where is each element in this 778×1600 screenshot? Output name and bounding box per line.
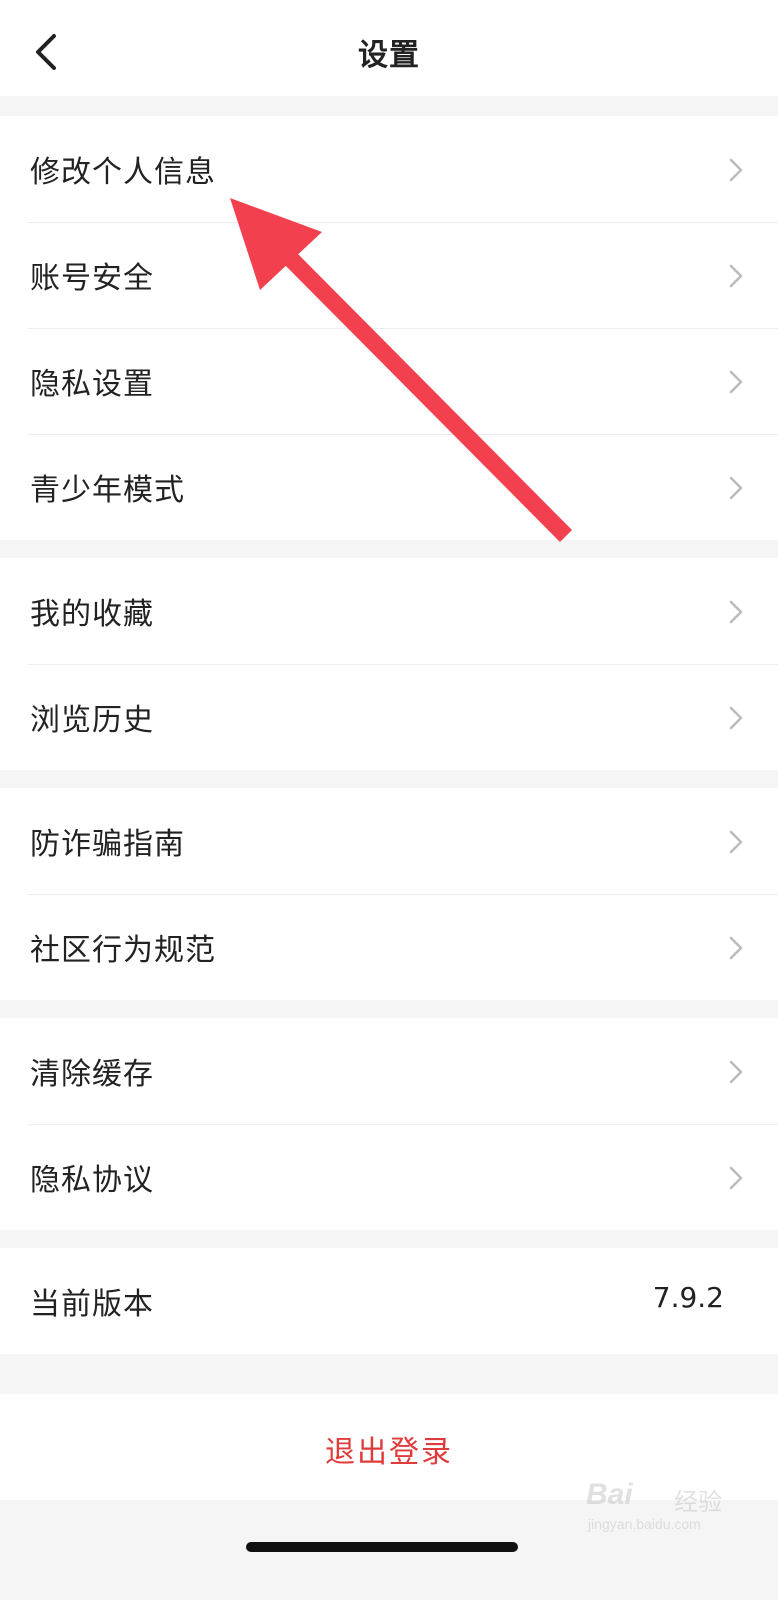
row-label: 防诈骗指南	[30, 827, 185, 862]
settings-group-version: 当前版本 7.9.2	[0, 1248, 778, 1354]
row-privacy-settings[interactable]: 隐私设置	[0, 328, 778, 434]
page-title: 设置	[358, 38, 420, 73]
row-label: 隐私协议	[30, 1163, 154, 1198]
row-label: 当前版本	[30, 1287, 154, 1322]
logout-label: 退出登录	[325, 1435, 453, 1470]
watermark-text: 经验	[674, 1488, 722, 1516]
watermark-logo: Bai	[586, 1478, 633, 1511]
chevron-right-icon	[729, 830, 743, 854]
row-clear-cache[interactable]: 清除缓存	[0, 1018, 778, 1124]
settings-group-guides: 防诈骗指南 社区行为规范	[0, 788, 778, 1000]
row-label: 账号安全	[30, 261, 154, 296]
chevron-right-icon	[729, 158, 743, 182]
chevron-right-icon	[729, 936, 743, 960]
row-account-security[interactable]: 账号安全	[0, 222, 778, 328]
chevron-right-icon	[729, 476, 743, 500]
settings-group-history: 我的收藏 浏览历史	[0, 558, 778, 770]
chevron-right-icon	[729, 370, 743, 394]
row-label: 修改个人信息	[30, 155, 216, 190]
chevron-right-icon	[729, 1166, 743, 1190]
row-label: 青少年模式	[30, 473, 185, 508]
home-indicator[interactable]	[246, 1542, 518, 1552]
row-label: 隐私设置	[30, 367, 154, 402]
row-community-rules[interactable]: 社区行为规范	[0, 894, 778, 1000]
nav-bar: 设置	[0, 0, 778, 96]
row-label: 清除缓存	[30, 1057, 154, 1092]
settings-group-account: 修改个人信息 账号安全 隐私设置 青少年模式	[0, 116, 778, 540]
row-privacy-agreement[interactable]: 隐私协议	[0, 1124, 778, 1230]
row-label: 社区行为规范	[30, 933, 216, 968]
chevron-right-icon	[729, 706, 743, 730]
chevron-right-icon	[729, 1060, 743, 1084]
watermark-sub: jingyan.baidu.com	[588, 1516, 701, 1532]
row-anti-fraud-guide[interactable]: 防诈骗指南	[0, 788, 778, 894]
version-value: 7.9.2	[652, 1281, 724, 1314]
row-label: 我的收藏	[30, 597, 154, 632]
row-teen-mode[interactable]: 青少年模式	[0, 434, 778, 540]
chevron-right-icon	[729, 600, 743, 624]
settings-group-misc: 清除缓存 隐私协议	[0, 1018, 778, 1230]
row-edit-profile[interactable]: 修改个人信息	[0, 116, 778, 222]
row-browse-history[interactable]: 浏览历史	[0, 664, 778, 770]
row-label: 浏览历史	[30, 703, 154, 738]
baidu-jingyan-watermark: Bai 经验 jingyan.baidu.com	[586, 1478, 736, 1538]
chevron-right-icon	[729, 264, 743, 288]
row-my-favorites[interactable]: 我的收藏	[0, 558, 778, 664]
row-current-version: 当前版本 7.9.2	[0, 1248, 778, 1354]
